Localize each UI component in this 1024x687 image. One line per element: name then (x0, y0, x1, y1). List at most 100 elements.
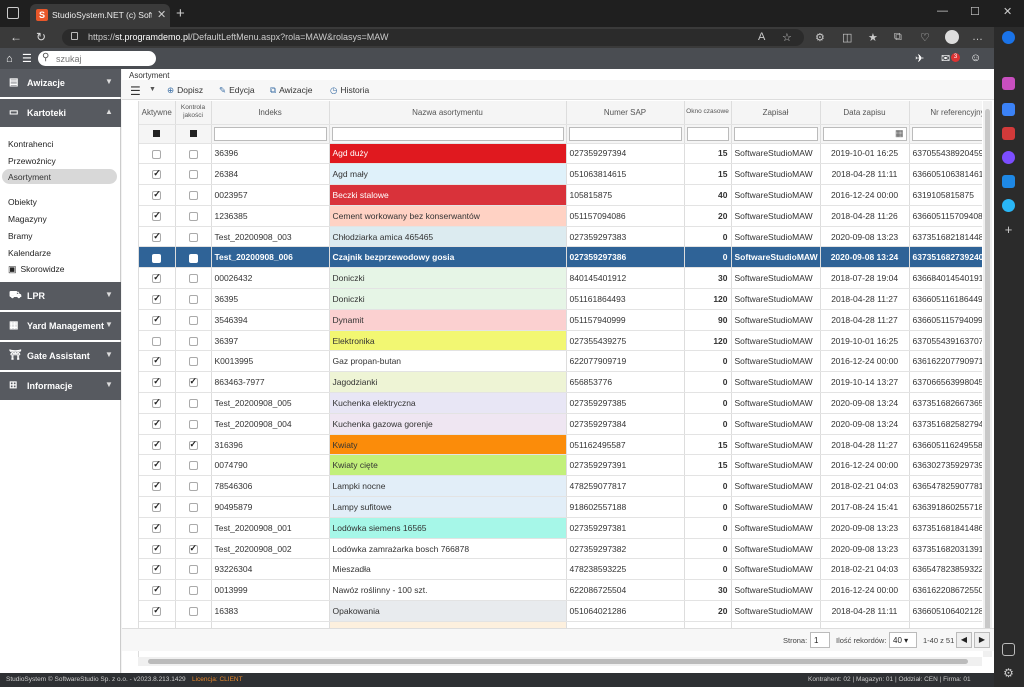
table-row[interactable]: 863463-7977Jagodzianki6568537760Software… (139, 371, 982, 394)
active-checkbox[interactable] (152, 314, 162, 325)
heart-icon[interactable]: ♡ (920, 31, 930, 44)
browser-tab[interactable]: S StudioSystem.NET (c) SoftwareSt ✕ (30, 4, 170, 27)
add-sidebar-icon[interactable]: + (1002, 223, 1015, 236)
close-window-icon[interactable]: ✕ (1003, 5, 1012, 18)
settings-gear-icon[interactable]: ⚙ (1002, 667, 1015, 680)
nav-link-przewoznicy[interactable]: Przewoźnicy (8, 156, 56, 166)
filter-index-input[interactable] (213, 126, 327, 141)
split-screen-icon[interactable]: ◫ (842, 31, 852, 44)
nav-link-kalendarze[interactable]: Kalendarze (8, 248, 51, 258)
quality-checkbox[interactable] (188, 461, 198, 471)
active-checkbox[interactable] (152, 584, 162, 596)
col-header-quality[interactable]: Kontrola jakości (175, 101, 212, 125)
nav-link-kontrahenci[interactable]: Kontrahenci (8, 139, 53, 149)
active-checkbox[interactable] (152, 293, 162, 305)
table-row[interactable]: 1236385Cement workowany bez konserwantów… (139, 205, 982, 227)
calendar-icon[interactable]: ▦ (895, 128, 904, 139)
quality-checkbox[interactable] (188, 607, 198, 617)
nav-section-kartoteki[interactable]: ▭ Kartoteki ▲ (0, 99, 121, 127)
table-row[interactable]: 36396 Agd duży 027359297394 15 SoftwareStudi… (139, 143, 982, 165)
active-checkbox[interactable] (152, 272, 162, 284)
table-row[interactable]: 36395Doniczki051161864493120SoftwareStud… (139, 288, 982, 310)
nav-section-yard-management[interactable]: ▦ Yard Management ▼ (0, 312, 121, 340)
filter-active[interactable] (139, 124, 176, 144)
quality-checkbox[interactable] (188, 315, 198, 325)
office-icon[interactable] (1002, 151, 1015, 164)
quality-checkbox[interactable] (188, 149, 198, 159)
quality-checkbox[interactable] (188, 543, 198, 554)
table-row[interactable]: 26384Agd mały05106381461515SoftwareStudi… (139, 163, 982, 186)
quality-checkbox[interactable] (188, 439, 198, 450)
nav-link-bramy[interactable]: Bramy (8, 231, 33, 241)
table-row[interactable]: Test_20200908_003Chłodziarka amica 46546… (139, 226, 982, 248)
table-row[interactable]: 0023957Beczki stalowe10581587540Software… (139, 184, 982, 206)
table-row[interactable]: 0013999Nawóz roślinny - 100 szt.62208672… (139, 579, 982, 602)
games-icon[interactable] (1002, 127, 1015, 140)
active-checkbox[interactable] (152, 501, 162, 513)
active-checkbox[interactable] (152, 189, 162, 201)
nav-link-asortyment[interactable]: Asortyment (2, 169, 117, 184)
active-checkbox[interactable] (152, 563, 162, 575)
active-checkbox[interactable] (152, 605, 162, 617)
prev-page-button[interactable]: ◀ (956, 632, 972, 648)
add-button[interactable]: ⊕ Dopisz (167, 85, 203, 96)
filter-saved-by-input[interactable] (733, 126, 818, 141)
quality-checkbox[interactable] (188, 586, 198, 596)
active-checkbox[interactable] (152, 336, 162, 346)
shopping-icon[interactable] (1002, 77, 1015, 90)
copilot-icon[interactable] (1002, 31, 1015, 44)
window-menu-icon[interactable] (7, 7, 19, 19)
favorites-icon[interactable]: ★ (868, 31, 878, 44)
table-row[interactable]: 16383Opakowania05106402128620SoftwareStu… (139, 600, 982, 622)
quality-checkbox[interactable] (188, 274, 198, 284)
table-row[interactable]: 93226304Mieszadła4782385932250SoftwareSt… (139, 558, 982, 581)
search-input[interactable] (56, 53, 151, 64)
quality-checkbox[interactable] (188, 399, 198, 409)
nav-section-lpr[interactable]: ⛟ LPR ▼ (0, 282, 121, 310)
active-checkbox[interactable] (152, 252, 162, 263)
nav-section-awizacje[interactable]: ▤ Awizacje ▼ (0, 69, 121, 97)
sidebar-layout-icon[interactable] (1002, 643, 1015, 656)
quality-checkbox[interactable] (188, 357, 198, 367)
quality-checkbox[interactable] (188, 482, 198, 492)
nav-link-obiekty[interactable]: Obiekty (8, 197, 37, 207)
nav-link-magazyny[interactable]: Magazyny (8, 214, 47, 224)
active-checkbox[interactable] (152, 231, 162, 242)
active-checkbox[interactable] (152, 355, 162, 367)
active-checkbox[interactable] (152, 543, 162, 554)
next-page-button[interactable]: ▶ (974, 632, 990, 648)
filter-quality[interactable] (175, 124, 212, 144)
quality-checkbox[interactable] (188, 503, 198, 513)
user-icon[interactable]: ☺ (970, 52, 981, 64)
filter-date-input[interactable]: ▦ (822, 126, 907, 141)
nav-section-gate-assistant[interactable]: ⛩ Gate Assistant ▼ (0, 342, 121, 370)
table-row[interactable]: 36397 Elektronika 027355439275 120 SoftwareS… (139, 330, 982, 352)
home-icon[interactable]: ⌂ (6, 53, 13, 65)
record-count-select[interactable]: 40 ▾ (889, 632, 917, 648)
page-input[interactable]: 1 (810, 632, 830, 648)
col-header-window[interactable]: Okno czasowe (684, 101, 732, 125)
table-row[interactable]: 3546394Dynamit05115794099990SoftwareStud… (139, 309, 982, 331)
horizontal-scrollbar[interactable] (138, 657, 982, 666)
quality-checkbox[interactable] (188, 211, 198, 221)
maximize-icon[interactable]: ☐ (970, 5, 980, 18)
col-header-sap[interactable]: Numer SAP (566, 101, 685, 125)
filter-sap-input[interactable] (568, 126, 682, 141)
quality-checkbox[interactable] (188, 565, 198, 575)
table-row[interactable]: Test_20200908_001Lodówka siemens 1656502… (139, 517, 982, 539)
table-row[interactable]: 00026432Doniczki84014540191230SoftwareSt… (139, 267, 982, 290)
active-checkbox[interactable] (152, 418, 162, 429)
quality-checkbox[interactable] (188, 376, 198, 388)
quality-checkbox[interactable] (188, 232, 198, 242)
col-header-index[interactable]: Indeks (211, 101, 330, 125)
profile-avatar[interactable] (945, 30, 959, 44)
truck-icon[interactable]: ✈ (915, 52, 924, 65)
table-row[interactable]: 90495879Lampy sufitowe9186025571880Softw… (139, 496, 982, 518)
quality-checkbox[interactable] (188, 191, 198, 201)
table-row[interactable]: 78546306Lampki nocne4782590778170Softwar… (139, 475, 982, 498)
filter-ref-input[interactable] (911, 126, 982, 141)
active-checkbox[interactable] (152, 149, 162, 159)
outlook-icon[interactable] (1002, 175, 1015, 188)
quality-checkbox[interactable] (188, 336, 198, 346)
quality-checkbox[interactable] (188, 252, 198, 263)
